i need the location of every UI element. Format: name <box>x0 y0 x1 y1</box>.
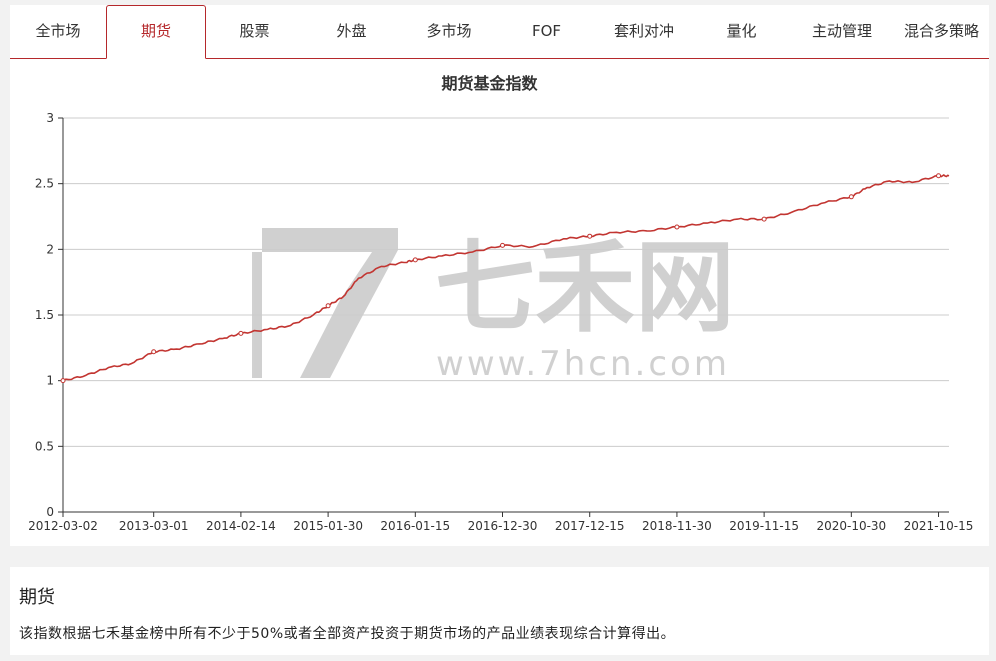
x-tick-label: 2016-12-30 <box>468 519 538 533</box>
data-point <box>936 173 942 179</box>
data-point <box>325 303 331 309</box>
watermark-logo-icon <box>262 228 398 378</box>
watermark: 七禾网 www.7hcn.com <box>252 228 735 384</box>
x-tick-label: 2012-03-02 <box>28 519 98 533</box>
data-point <box>674 224 680 230</box>
x-tick-label: 2017-12-15 <box>555 519 625 533</box>
y-tick-label: 0 <box>46 505 54 519</box>
x-tick-label: 2016-01-15 <box>380 519 450 533</box>
data-point <box>848 194 854 200</box>
data-point <box>412 257 418 263</box>
x-tick-label: 2021-10-15 <box>904 519 974 533</box>
data-point <box>587 233 593 239</box>
data-point <box>151 349 157 355</box>
y-tick-label: 2.5 <box>35 177 54 191</box>
description-text: 该指数根据七禾基金榜中所有不少于50%或者全部资产投资于期货市场的产品业绩表现综… <box>19 626 676 642</box>
grid <box>63 117 949 513</box>
x-tick-label: 2015-01-30 <box>293 519 363 533</box>
x-tick-label: 2013-03-01 <box>119 519 189 533</box>
line-chart: 七禾网 www.7hcn.com 0 0.5 1 1.5 2 2.5 3 2012-03-02… <box>28 111 974 533</box>
y-tick-label: 2 <box>46 242 54 256</box>
x-tick-label: 2014-02-14 <box>206 519 276 533</box>
x-tick-label: 2019-11-15 <box>729 519 799 533</box>
watermark-url: www.7hcn.com <box>436 344 730 384</box>
description-panel: 期货 该指数根据七禾基金榜中所有不少于50%或者全部资产投资于期货市场的产品业绩… <box>10 567 989 655</box>
y-tick-label: 1.5 <box>35 308 54 322</box>
watermark-brand: 七禾网 <box>435 229 735 346</box>
x-tick-label: 2020-10-30 <box>816 519 886 533</box>
data-point <box>238 330 244 336</box>
data-point <box>60 378 66 384</box>
data-point <box>500 242 506 248</box>
y-tick-label: 0.5 <box>35 439 54 453</box>
data-point <box>761 216 767 222</box>
x-tick-label: 2018-11-30 <box>642 519 712 533</box>
y-tick-label: 3 <box>46 111 54 125</box>
description-title: 期货 <box>19 587 55 608</box>
y-tick-label: 1 <box>46 374 54 388</box>
